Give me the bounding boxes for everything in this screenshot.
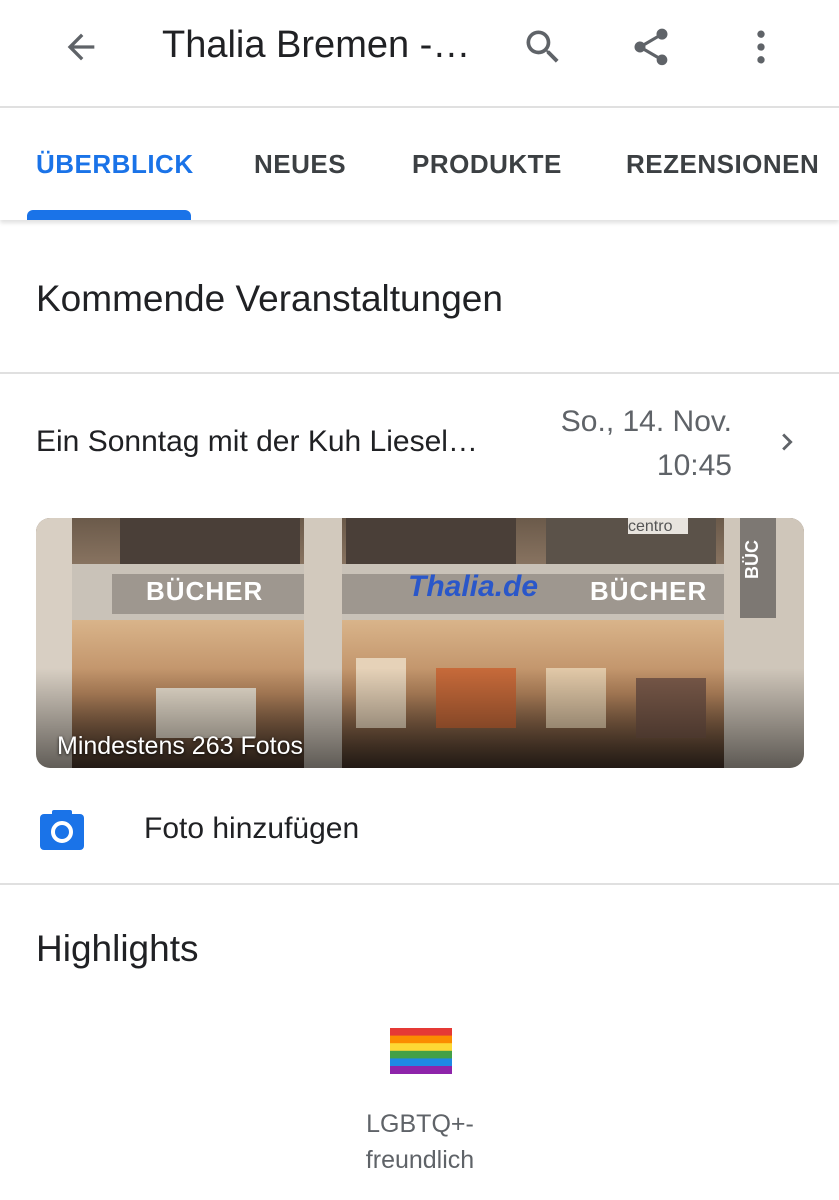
share-button[interactable] [626,22,676,72]
back-button[interactable] [56,22,106,72]
search-button[interactable] [518,22,568,72]
tab-produkte[interactable]: PRODUKTE [412,110,562,220]
tab-bar: ÜBERBLICK NEUES PRODUKTE REZENSIONEN [0,110,839,220]
centro-sign: centro [628,518,673,535]
storefront-sign-right: BÜCHER [590,576,708,606]
rainbow-flag-icon [390,1028,452,1074]
highlight-label-line-1: LGBTQ+- [366,1110,474,1138]
event-item[interactable]: Ein Sonntag mit der Kuh Liesel… So., 14.… [0,395,839,495]
tab-neues[interactable]: NEUES [254,110,346,220]
camera-icon [40,810,84,850]
photo-count: Mindestens 263 Fotos [57,732,303,760]
more-vert-icon [757,30,765,64]
place-photo[interactable]: BÜCHER Thalia.de BÜCHER BÜC centro Minde… [36,518,804,768]
divider [0,883,839,885]
add-photo-button[interactable]: Foto hinzufügen [0,800,839,864]
storefront-photo-image [36,518,804,768]
thalia-logo-sign: Thalia.de [408,570,539,603]
place-title: Thalia Bremen -… [162,24,471,66]
divider [0,372,839,374]
highlight-label-line-2: freundlich [365,1146,475,1174]
more-options-button[interactable] [736,22,786,72]
storefront-sign-vertical: BÜC [742,540,762,579]
share-icon [634,28,668,66]
arrow-back-icon [67,33,95,61]
events-heading: Kommende Veranstaltungen [36,278,503,319]
highlights-heading: Highlights [36,928,199,969]
search-icon [526,30,559,63]
event-date: So., 14. Nov. [560,405,732,438]
event-time: 10:45 [656,449,732,482]
highlight-label: LGBTQ+- freundlich [320,1106,520,1178]
storefront-sign-left: BÜCHER [146,576,264,606]
add-photo-label: Foto hinzufügen [144,812,360,845]
app-bar: Thalia Bremen -… [0,0,839,108]
chevron-right-icon [782,433,793,451]
active-tab-indicator [27,210,191,220]
event-name: Ein Sonntag mit der Kuh Liesel… [36,425,478,458]
tab-rezensionen[interactable]: REZENSIONEN [626,110,819,220]
tab-ueberblick[interactable]: ÜBERBLICK [36,110,194,220]
